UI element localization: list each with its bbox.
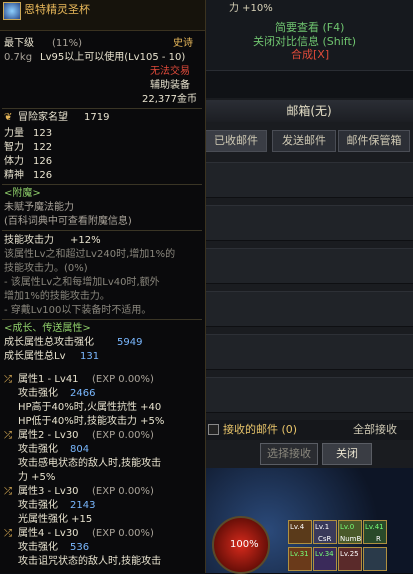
attr-effect: 攻击感电状态的敌人时,技能攻击 — [18, 458, 162, 469]
attr-atk-value: 2143 — [70, 500, 96, 511]
stat-value: 122 — [33, 142, 53, 153]
attr-effect: HP高于40%时,火属性抗性 +40 — [18, 402, 162, 413]
divider — [2, 319, 202, 320]
fame-icon: ❦ — [4, 112, 13, 123]
divider — [2, 108, 202, 109]
attr-effect: 光属性强化 +15 — [18, 514, 93, 525]
tab-mail-storage[interactable]: 邮件保管箱 — [338, 130, 410, 152]
attr-effect: 攻击诅咒状态的敌人时,技能攻击 — [18, 556, 162, 567]
attr-title: 属性3 - Lv30 — [18, 486, 79, 497]
compare-info-panel: 力 +10% 简要查看 (F4) 关闭对比信息 (Shift) 合成[X] — [205, 0, 413, 71]
stat-value: 123 — [33, 128, 53, 139]
item-grade: 最下级 — [4, 38, 34, 49]
attr-effect: HP低于40%时,技能攻击力 +5% — [18, 416, 165, 427]
skill-desc: 技能攻击力。(0%) — [4, 263, 88, 274]
skill-slot[interactable]: Lv.0 NumB — [338, 520, 362, 544]
tab-received-mail[interactable]: 已收邮件 — [205, 130, 267, 152]
stat-bonus-line: 力 +10% — [229, 3, 273, 14]
chalice-icon — [3, 2, 21, 20]
item-weight: 0.7kg — [4, 52, 33, 63]
stat-value: 126 — [33, 170, 53, 181]
select-receive-button[interactable]: 选择接收 — [260, 443, 318, 465]
shuffle-icon: ⤮ — [4, 430, 12, 441]
attr-effect: 力 +5% — [18, 472, 56, 483]
slot-type: 辅助装备 — [150, 80, 190, 91]
mail-row[interactable] — [205, 248, 413, 284]
skill-atk-label: 技能攻击力 — [4, 235, 54, 246]
skill-atk-value: +12% — [70, 235, 101, 246]
attr-title: 属性1 - Lv41 — [18, 374, 79, 385]
skill-desc: - 穿戴Lv100以下装备时不适用。 — [4, 305, 152, 316]
item-name: 恩特精灵圣杯 — [24, 3, 90, 16]
fame-value: 1719 — [84, 112, 110, 123]
enchant-line: 未赋予魔法能力 — [4, 202, 74, 213]
mailbox-title: 邮箱(无) — [205, 100, 413, 122]
shuffle-icon: ⤮ — [4, 528, 12, 539]
stat-label: 体力 — [4, 156, 24, 167]
brief-view-hint[interactable]: 简要查看 (F4) — [275, 22, 344, 34]
attr-atk-label: 攻击强化 — [18, 444, 58, 455]
growth-atk-value: 5949 — [117, 337, 143, 348]
growth-lv-value: 131 — [80, 351, 100, 362]
attr-exp: (EXP 0.00%) — [92, 430, 154, 441]
item-grade-pct: (11%) — [52, 38, 83, 49]
skill-slot[interactable]: Lv.34 — [313, 547, 337, 571]
skill-desc: 增加1%的技能攻击力。 — [4, 291, 110, 302]
skill-slot[interactable]: Lv.4 — [288, 520, 312, 544]
mail-row[interactable] — [205, 162, 413, 198]
skill-slot[interactable] — [363, 547, 387, 571]
growth-lv-label: 成长属性总Lv — [4, 351, 66, 362]
growth-atk-label: 成长属性总攻击强化 — [4, 337, 94, 348]
skill-slot[interactable]: Lv.31 — [288, 547, 312, 571]
close-button[interactable]: 关闭 — [322, 443, 372, 465]
skill-desc: - 该属性Lv之和每增加Lv40时,额外 — [4, 277, 160, 288]
divider — [2, 184, 202, 185]
tab-sent-mail[interactable]: 发送邮件 — [272, 130, 336, 152]
attr-exp: (EXP 0.00%) — [92, 528, 154, 539]
attr-title: 属性2 - Lv30 — [18, 430, 79, 441]
hp-percent: 100% — [230, 539, 259, 550]
receive-all-button[interactable]: 全部接收 — [353, 424, 397, 436]
attr-exp: (EXP 0.00%) — [92, 486, 154, 497]
skill-slot[interactable]: Lv.41 R — [363, 520, 387, 544]
mail-row[interactable] — [205, 291, 413, 327]
attr-title: 属性4 - Lv30 — [18, 528, 79, 539]
mail-row[interactable] — [205, 377, 413, 413]
item-rarity: 史诗 — [173, 38, 193, 49]
enchant-hint: (百科词典中可查看附魔信息) — [4, 216, 132, 227]
growth-header: <成长、传送属性> — [4, 323, 91, 334]
shuffle-icon: ⤮ — [4, 486, 12, 497]
skill-desc: 该属性Lv之和超过Lv240时,增加1%的 — [4, 249, 176, 260]
fame-label: 冒险家名望 — [18, 112, 68, 123]
stat-label: 力量 — [4, 128, 24, 139]
stat-label: 智力 — [4, 142, 24, 153]
skill-slot[interactable]: Lv.25 — [338, 547, 362, 571]
stat-label: 精神 — [4, 170, 24, 181]
synthesis-hint[interactable]: 合成[X] — [291, 49, 329, 61]
received-mail-bar: 接收的邮件 (0) 全部接收 — [205, 420, 413, 440]
skill-slot-bar: Lv.4 Lv.1 CsR Lv.0 NumB Lv.41 R Lv.31 Lv.34… — [288, 520, 413, 573]
select-all-checkbox[interactable] — [208, 424, 219, 435]
attr-atk-value: 804 — [70, 444, 90, 455]
received-mail-label: 接收的邮件 (0) — [223, 423, 298, 436]
skill-slot[interactable]: Lv.1 CsR — [313, 520, 337, 544]
attr-exp: (EXP 0.00%) — [92, 374, 154, 385]
attr-atk-value: 536 — [70, 542, 90, 553]
attr-atk-label: 攻击强化 — [18, 500, 58, 511]
attr-atk-label: 攻击强化 — [18, 388, 58, 399]
item-tooltip: 恩特精灵圣杯 最下级 (11%) 史诗 0.7kg Lv95以上可以使用(Lv1… — [0, 0, 206, 573]
divider — [2, 230, 202, 231]
stat-value: 126 — [33, 156, 53, 167]
mail-row[interactable] — [205, 205, 413, 241]
attr-atk-label: 攻击强化 — [18, 542, 58, 553]
shuffle-icon: ⤮ — [4, 374, 12, 385]
hp-orb: 100% — [212, 516, 270, 574]
attr-atk-value: 2466 — [70, 388, 96, 399]
trade-status: 无法交易 — [150, 66, 190, 77]
enchant-header: <附魔> — [4, 188, 41, 199]
item-price: 22,377金币 — [142, 94, 197, 105]
close-compare-hint[interactable]: 关闭对比信息 (Shift) — [253, 36, 356, 48]
level-requirement: Lv95以上可以使用(Lv105 - 10) — [40, 52, 186, 63]
mail-row[interactable] — [205, 334, 413, 370]
